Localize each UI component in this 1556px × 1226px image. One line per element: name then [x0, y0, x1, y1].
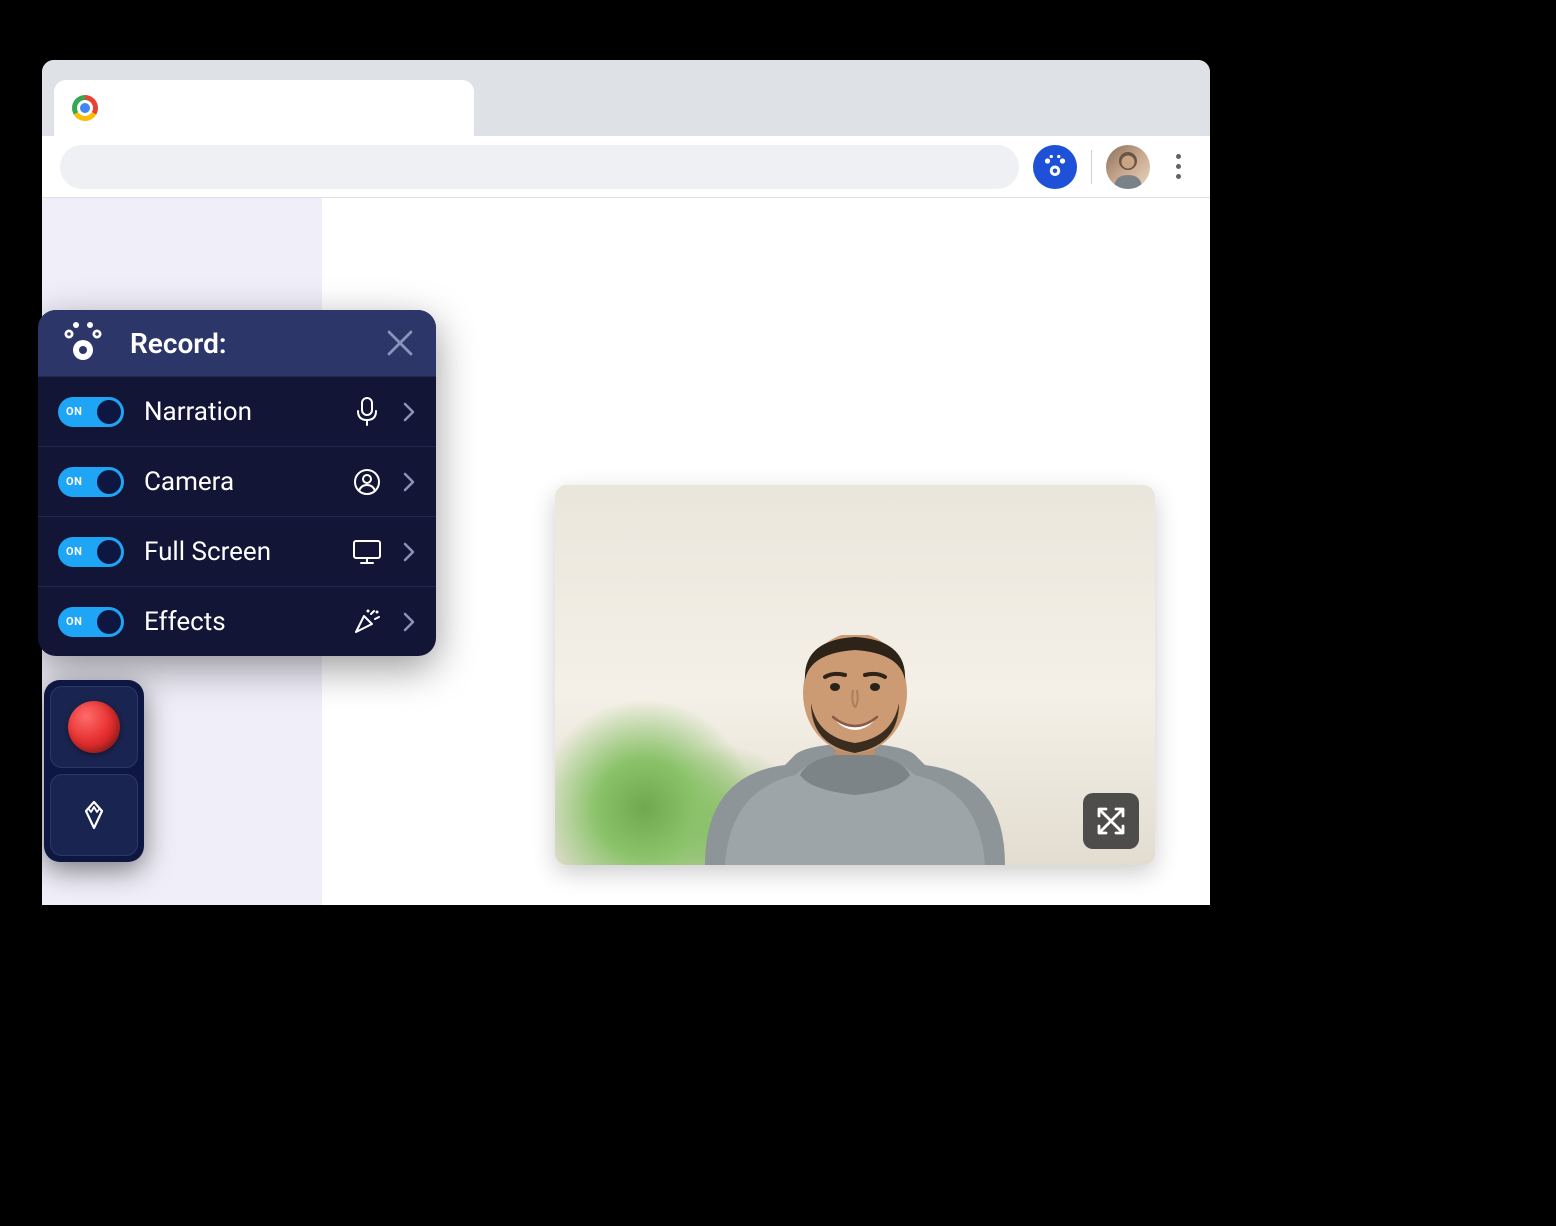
- record-row-effects[interactable]: ON Effects: [38, 586, 436, 656]
- toggle-camera[interactable]: ON: [58, 467, 124, 497]
- browser-titlebar: [42, 60, 1210, 136]
- toggle-effects[interactable]: ON: [58, 607, 124, 637]
- extension-icon[interactable]: [1033, 145, 1077, 189]
- record-panel-title: Record:: [130, 327, 362, 360]
- record-row-camera[interactable]: ON Camera: [38, 446, 436, 516]
- expand-icon: [1095, 805, 1127, 837]
- close-icon[interactable]: [384, 327, 416, 359]
- pen-icon: [77, 798, 111, 832]
- row-label: Narration: [144, 397, 332, 427]
- monitor-icon: [352, 537, 382, 567]
- row-label: Effects: [144, 607, 332, 637]
- person-circle-icon: [352, 467, 382, 497]
- browser-tab[interactable]: [54, 80, 474, 136]
- control-buttons: [44, 680, 144, 862]
- fullscreen-button[interactable]: [1083, 793, 1139, 849]
- record-panel-header: Record:: [38, 310, 436, 376]
- record-row-narration[interactable]: ON Narration: [38, 376, 436, 446]
- confetti-icon: [352, 607, 382, 637]
- toggle-narration[interactable]: ON: [58, 397, 124, 427]
- record-button[interactable]: [50, 686, 138, 768]
- browser-toolbar: [42, 136, 1210, 198]
- chevron-right-icon: [402, 400, 416, 424]
- toggle-fullscreen[interactable]: ON: [58, 537, 124, 567]
- chevron-right-icon: [402, 610, 416, 634]
- app-logo-icon: [1040, 152, 1070, 182]
- row-label: Camera: [144, 467, 332, 497]
- row-label: Full Screen: [144, 537, 332, 567]
- chevron-right-icon: [402, 470, 416, 494]
- record-row-fullscreen[interactable]: ON Full Screen: [38, 516, 436, 586]
- chrome-icon: [72, 95, 98, 121]
- camera-preview[interactable]: [555, 485, 1155, 865]
- menu-dots-icon[interactable]: [1164, 145, 1192, 189]
- avatar[interactable]: [1106, 145, 1150, 189]
- record-circle-icon: [68, 701, 120, 753]
- chevron-right-icon: [402, 540, 416, 564]
- toolbar-divider: [1091, 150, 1092, 184]
- address-bar[interactable]: [60, 145, 1019, 189]
- page-main: [322, 198, 1210, 905]
- microphone-icon: [352, 397, 382, 427]
- draw-tool-button[interactable]: [50, 774, 138, 856]
- app-logo-icon: [58, 318, 108, 368]
- record-panel: Record: ON Narration ON Camera: [38, 310, 436, 656]
- camera-feed: [555, 485, 1155, 865]
